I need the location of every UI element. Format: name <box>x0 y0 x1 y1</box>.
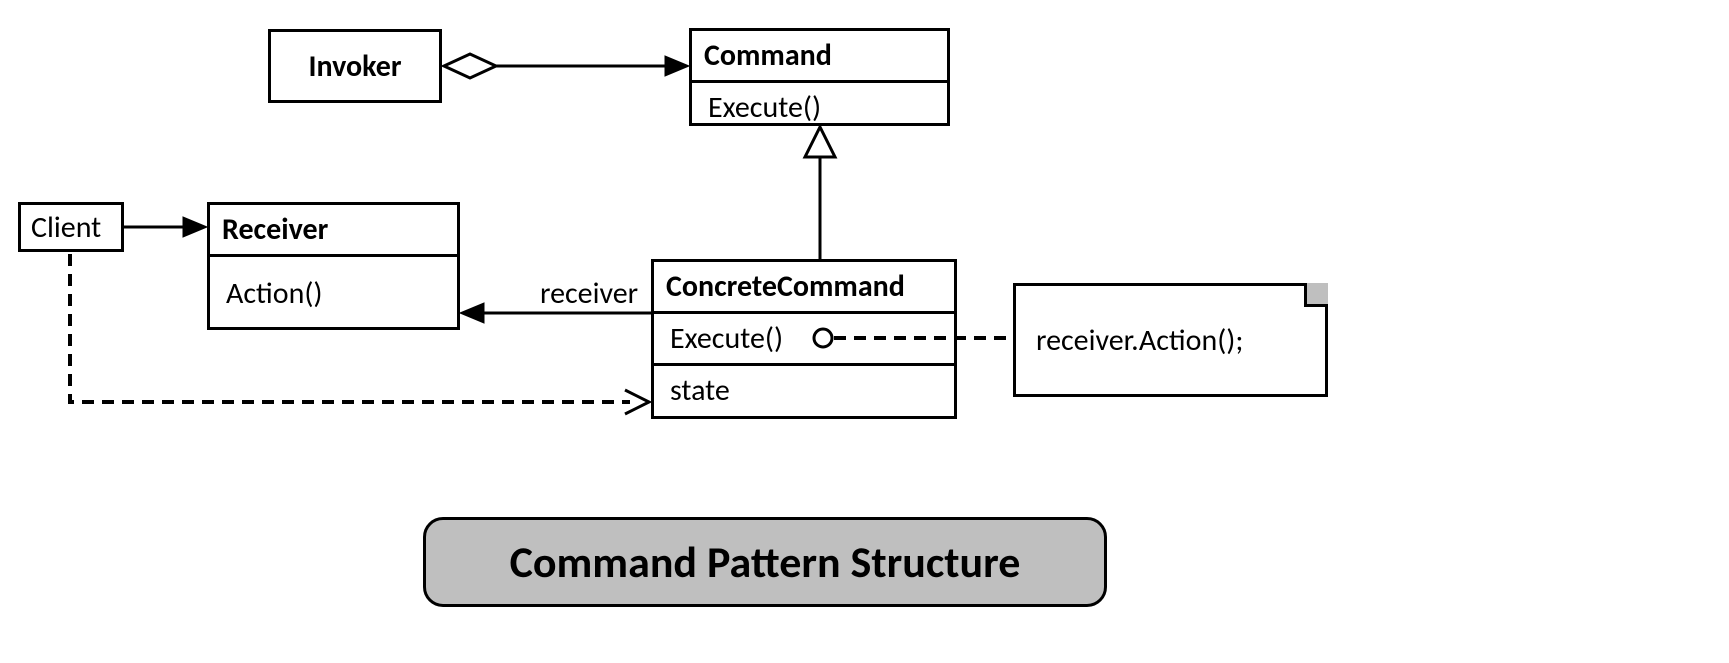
note-text: receiver.Action(); <box>1036 322 1243 359</box>
diagram-caption: Command Pattern Structure <box>423 517 1107 607</box>
command-box: Command Execute() <box>689 28 950 126</box>
concrete-command-method: Execute() <box>670 320 783 357</box>
receiver-method: Action() <box>210 254 457 318</box>
note-box: receiver.Action(); <box>1013 283 1328 397</box>
receiver-role-label: receiver <box>540 275 638 312</box>
receiver-title: Receiver <box>210 205 457 254</box>
concrete-to-command-generalization <box>805 127 835 259</box>
diagram-canvas: Client Invoker Receiver Action() Command… <box>0 0 1729 663</box>
command-method: Execute() <box>692 80 947 132</box>
concrete-command-title: ConcreteCommand <box>654 262 954 311</box>
command-title: Command <box>692 31 947 80</box>
invoker-label: Invoker <box>308 48 401 85</box>
receiver-box: Receiver Action() <box>207 202 460 330</box>
note-corner-icon <box>1304 283 1328 307</box>
client-label: Client <box>31 209 101 246</box>
concrete-command-state: state <box>654 363 954 415</box>
client-to-receiver-arrow <box>124 217 207 237</box>
concrete-command-box: ConcreteCommand Execute() state <box>651 259 957 419</box>
invoker-box: Invoker <box>268 29 442 103</box>
invoker-to-command-aggregation <box>444 54 689 78</box>
client-box: Client <box>18 202 124 252</box>
